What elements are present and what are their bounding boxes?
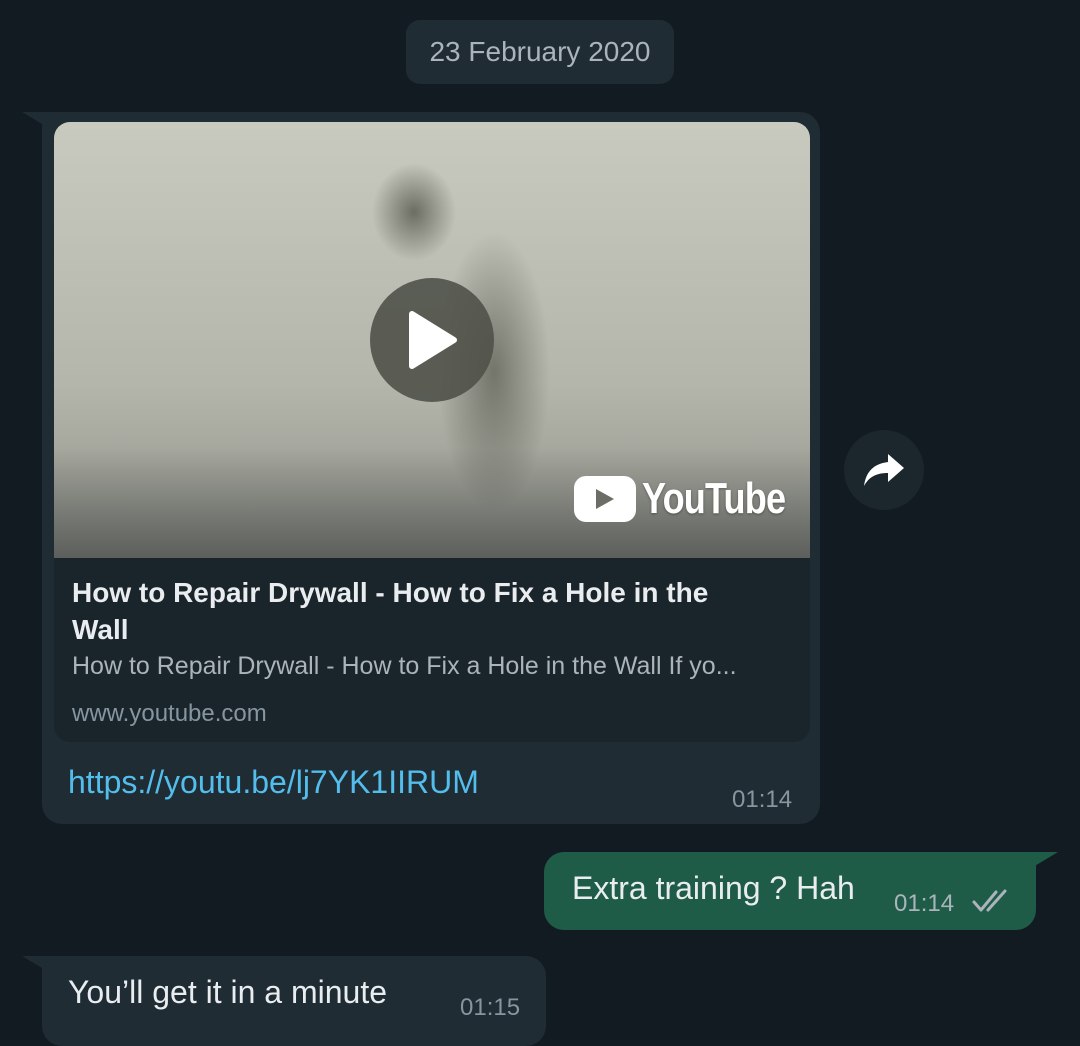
received-message-time: 01:15 [460, 994, 521, 1021]
youtube-wordmark: YouTube [642, 474, 786, 523]
link-preview-card[interactable]: YouTube How to Repair Drywall - How to F… [54, 122, 810, 742]
date-divider: 23 February 2020 [406, 20, 674, 84]
youtube-logo-icon [574, 476, 636, 522]
double-check-icon [972, 889, 1007, 912]
sent-message-text: Extra training ? Hah [572, 870, 855, 906]
message-time: 01:14 [732, 786, 793, 813]
youtube-logo: YouTube [574, 474, 810, 524]
link-preview-description: How to Repair Drywall - How to Fix a Hol… [72, 652, 737, 680]
message-link[interactable]: https://youtu.be/lj7YK1IIRUM [68, 764, 479, 801]
forward-icon [864, 454, 904, 486]
video-thumbnail[interactable]: YouTube [54, 122, 810, 558]
play-icon [409, 311, 457, 369]
received-message-text: You’ll get it in a minute [68, 974, 388, 1010]
forward-button[interactable] [844, 430, 924, 510]
sent-message-time: 01:14 [894, 890, 955, 917]
sent-message-bubble[interactable]: Extra training ? Hah 01:14 [544, 852, 1036, 930]
received-message-bubble[interactable]: You’ll get it in a minute 01:15 [42, 956, 546, 1046]
play-button[interactable] [370, 278, 494, 402]
link-preview-title: How to Repair Drywall - How to Fix a Hol… [72, 577, 709, 645]
link-preview-domain: www.youtube.com [72, 700, 267, 727]
link-message-bubble[interactable]: YouTube How to Repair Drywall - How to F… [42, 112, 820, 824]
date-divider-label: 23 February 2020 [429, 36, 651, 67]
